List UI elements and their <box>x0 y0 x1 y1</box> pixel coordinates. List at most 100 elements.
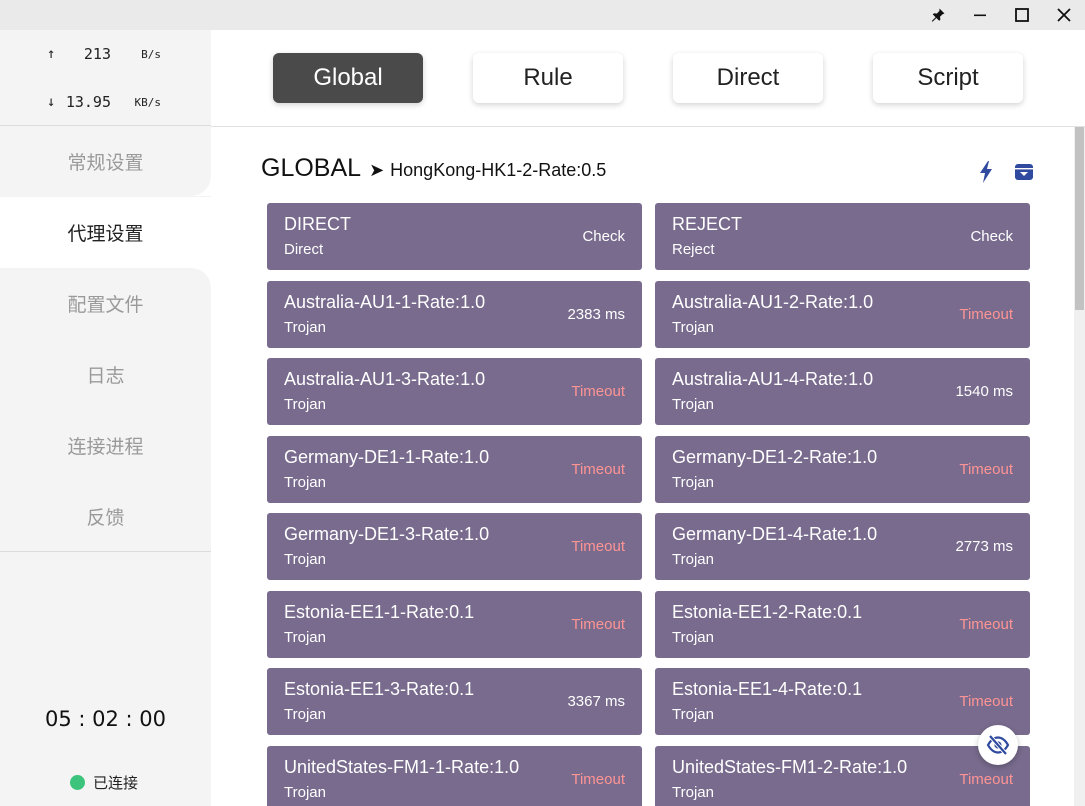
mode-direct-button[interactable]: Direct <box>673 53 823 103</box>
bolt-icon[interactable] <box>975 160 997 184</box>
proxy-card[interactable]: Estonia-EE1-4-Rate:0.1 Trojan Timeout <box>655 668 1030 735</box>
proxy-name: Australia-AU1-2-Rate:1.0 <box>672 292 874 312</box>
proxy-delay: Timeout <box>571 383 625 400</box>
proxy-card[interactable]: Germany-DE1-1-Rate:1.0 Trojan Timeout <box>267 436 642 503</box>
proxy-name: DIRECT <box>284 214 351 234</box>
proxy-type: Trojan <box>672 474 714 491</box>
status-label: 已连接 <box>93 774 139 792</box>
proxy-type: Reject <box>672 241 715 258</box>
connection-status: 已连接 <box>70 772 138 793</box>
download-value: 13.95 <box>65 93 111 111</box>
upload-arrow-icon: ↑ <box>47 46 56 62</box>
proxy-name: Germany-DE1-1-Rate:1.0 <box>284 447 490 467</box>
sidebar-divider <box>0 551 211 552</box>
sidebar-item-general[interactable]: 常规设置 <box>0 126 211 197</box>
proxy-type: Direct <box>284 241 324 258</box>
mode-bar: Global Rule Direct Script <box>211 30 1085 127</box>
proxy-card[interactable]: Germany-DE1-3-Rate:1.0 Trojan Timeout <box>267 513 642 580</box>
download-arrow-icon: ↓ <box>47 94 56 110</box>
upload-unit: B/s <box>141 47 161 61</box>
minimize-icon[interactable] <box>959 0 1001 30</box>
sidebar: ↑ 213 B/s ↓ 13.95 KB/s 常规设置 代理设置 配置文件 日志… <box>0 30 211 806</box>
scrollbar-thumb[interactable] <box>1075 127 1084 310</box>
sidebar-item-logs[interactable]: 日志 <box>0 339 211 410</box>
proxy-card[interactable]: Germany-DE1-2-Rate:1.0 Trojan Timeout <box>655 436 1030 503</box>
proxy-card[interactable]: UnitedStates-FM1-1-Rate:1.0 Trojan Timeout <box>267 746 642 806</box>
arrow-right-icon: ➤ <box>369 160 385 180</box>
proxy-card[interactable]: Australia-AU1-1-Rate:1.0 Trojan 2383 ms <box>267 281 642 348</box>
mode-global-button[interactable]: Global <box>273 53 423 103</box>
group-name: GLOBAL <box>261 154 362 182</box>
proxy-name: UnitedStates-FM1-2-Rate:1.0 <box>672 757 908 777</box>
proxy-card[interactable]: Estonia-EE1-1-Rate:0.1 Trojan Timeout <box>267 591 642 658</box>
proxy-type: Trojan <box>284 784 326 801</box>
title-bar <box>0 0 1085 30</box>
proxy-group-header: GLOBAL ➤ HongKong-HK1-2-Rate:0.5 <box>261 154 606 188</box>
proxy-type: Trojan <box>672 396 714 413</box>
proxy-card[interactable]: DIRECT Direct Check <box>267 203 642 270</box>
proxy-card[interactable]: Estonia-EE1-2-Rate:0.1 Trojan Timeout <box>655 591 1030 658</box>
sidebar-item-connections[interactable]: 连接进程 <box>0 410 211 481</box>
proxy-name: Germany-DE1-3-Rate:1.0 <box>284 524 490 544</box>
proxy-name: Australia-AU1-4-Rate:1.0 <box>672 369 874 389</box>
check-delay-button[interactable]: Check <box>582 228 625 245</box>
proxy-type: Trojan <box>284 706 326 723</box>
upload-value: 213 <box>83 45 111 63</box>
proxy-type: Trojan <box>284 551 326 568</box>
sidebar-item-profiles[interactable]: 配置文件 <box>0 268 211 339</box>
archive-icon[interactable] <box>1013 160 1035 184</box>
proxy-name: REJECT <box>672 214 743 234</box>
proxy-type: Trojan <box>284 396 326 413</box>
proxy-card[interactable]: Australia-AU1-4-Rate:1.0 Trojan 1540 ms <box>655 358 1030 425</box>
main-panel: Global Rule Direct Script GLOBAL ➤ HongK… <box>211 30 1085 806</box>
proxy-type: Trojan <box>284 629 326 646</box>
proxy-card[interactable]: UnitedStates-FM1-2-Rate:1.0 Trojan Timeout <box>655 746 1030 806</box>
hide-eye-off-icon[interactable] <box>978 725 1018 765</box>
uptime-clock: 05 : 02 : 00 <box>44 707 167 731</box>
proxy-type: Trojan <box>672 784 714 801</box>
proxy-card[interactable]: Australia-AU1-3-Rate:1.0 Trojan Timeout <box>267 358 642 425</box>
proxy-delay: Timeout <box>571 616 625 633</box>
proxy-type: Trojan <box>672 629 714 646</box>
sidebar-item-proxies[interactable]: 代理设置 <box>0 197 211 268</box>
upload-speed: ↑ 213 B/s <box>0 42 211 66</box>
proxy-name: UnitedStates-FM1-1-Rate:1.0 <box>284 757 520 777</box>
proxy-card[interactable]: REJECT Reject Check <box>655 203 1030 270</box>
proxy-delay: Timeout <box>571 461 625 478</box>
mode-rule-button[interactable]: Rule <box>473 53 623 103</box>
scrollbar[interactable] <box>1074 127 1085 806</box>
check-delay-button[interactable]: Check <box>970 228 1013 245</box>
proxy-card[interactable]: Estonia-EE1-3-Rate:0.1 Trojan 3367 ms <box>267 668 642 735</box>
proxy-delay: Timeout <box>959 771 1013 788</box>
mode-script-button[interactable]: Script <box>873 53 1023 103</box>
traffic-panel: ↑ 213 B/s ↓ 13.95 KB/s <box>0 30 211 126</box>
proxy-delay: 1540 ms <box>955 383 1013 400</box>
proxy-type: Trojan <box>672 551 714 568</box>
proxy-name: Germany-DE1-4-Rate:1.0 <box>672 524 878 544</box>
pin-icon[interactable] <box>917 0 959 30</box>
proxy-name: Australia-AU1-1-Rate:1.0 <box>284 292 486 312</box>
maximize-icon[interactable] <box>1001 0 1043 30</box>
proxy-card[interactable]: Australia-AU1-2-Rate:1.0 Trojan Timeout <box>655 281 1030 348</box>
close-icon[interactable] <box>1043 0 1085 30</box>
proxy-delay: 2773 ms <box>955 538 1013 555</box>
proxy-name: Germany-DE1-2-Rate:1.0 <box>672 447 878 467</box>
proxy-name: Australia-AU1-3-Rate:1.0 <box>284 369 486 389</box>
proxy-card[interactable]: Germany-DE1-4-Rate:1.0 Trojan 2773 ms <box>655 513 1030 580</box>
proxy-type: Trojan <box>284 319 326 336</box>
proxy-name: Estonia-EE1-3-Rate:0.1 <box>284 679 475 699</box>
proxy-type: Trojan <box>672 706 714 723</box>
proxy-type: Trojan <box>284 474 326 491</box>
proxy-name: Estonia-EE1-4-Rate:0.1 <box>672 679 863 699</box>
proxy-delay: 3367 ms <box>567 693 625 710</box>
proxy-delay: Timeout <box>959 616 1013 633</box>
download-speed: ↓ 13.95 KB/s <box>0 90 211 114</box>
proxy-delay: Timeout <box>571 538 625 555</box>
download-unit: KB/s <box>134 95 162 109</box>
proxy-delay: 2383 ms <box>567 306 625 323</box>
sidebar-item-feedback[interactable]: 反馈 <box>0 481 211 552</box>
proxy-delay: Timeout <box>959 306 1013 323</box>
proxy-delay: Timeout <box>959 693 1013 710</box>
proxy-delay: Timeout <box>571 771 625 788</box>
proxy-delay: Timeout <box>959 461 1013 478</box>
